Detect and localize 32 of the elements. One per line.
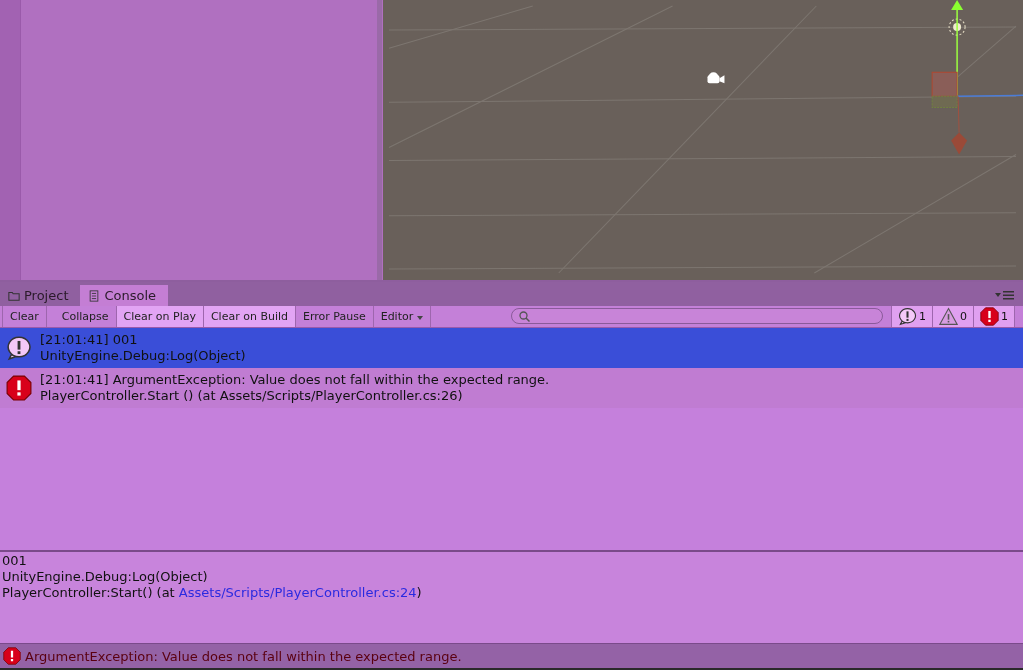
detail-text: PlayerController:Start() (at Assets/Scripts/PlayerController.cs:24)	[2, 585, 423, 601]
tab[interactable]: Project	[0, 285, 81, 306]
warning-filter-toggle[interactable]: 0	[932, 306, 973, 327]
detail-text: UnityEngine.Debug:Log(Object)	[2, 569, 209, 585]
toggle-button[interactable]: Clear on Play	[116, 306, 204, 327]
folder-icon	[8, 289, 20, 302]
camera-icon	[707, 72, 725, 84]
tab[interactable]: Console	[80, 285, 169, 306]
file-link[interactable]: Assets/Scripts/PlayerController.cs:24	[178, 585, 417, 600]
search-icon	[519, 310, 530, 322]
button[interactable]: Clear	[2, 306, 47, 327]
detail-text: 001	[2, 553, 28, 569]
document-icon	[88, 289, 101, 302]
log-message: [21:01:41] 001	[40, 332, 139, 348]
search-field[interactable]	[511, 308, 883, 324]
error-icon	[980, 307, 999, 326]
log-stack-line: PlayerController.Start () (at Assets/Scripts/PlayerController.cs:26)	[40, 388, 464, 404]
toggle-button[interactable]: Clear on Build	[203, 306, 296, 327]
info-filter-toggle[interactable]: 1	[891, 306, 932, 327]
log-entry[interactable]: [21:01:41] ArgumentException: Value does not fall within the expected range. PlayerController.Start () (at Assets/Scripts/PlayerController.cs:26)	[0, 368, 1023, 408]
error-icon	[3, 647, 21, 665]
warning-icon	[939, 307, 958, 326]
log-entry[interactable]: [21:01:41] 001 UnityEngine.Debug:Log(Object)	[0, 328, 1023, 368]
panel-menu-icon[interactable]	[995, 290, 1015, 300]
log-stack-line: UnityEngine.Debug:Log(Object)	[40, 348, 246, 364]
status-message: ArgumentException: Value does not fall within the expected range.	[25, 648, 462, 664]
info-icon	[898, 307, 917, 326]
info-icon	[6, 335, 32, 361]
error-filter-toggle[interactable]: 1	[973, 306, 1015, 327]
sun-icon	[948, 18, 966, 36]
log-message: [21:01:41] ArgumentException: Value does not fall within the expected range.	[40, 372, 550, 388]
error-icon	[6, 375, 32, 401]
